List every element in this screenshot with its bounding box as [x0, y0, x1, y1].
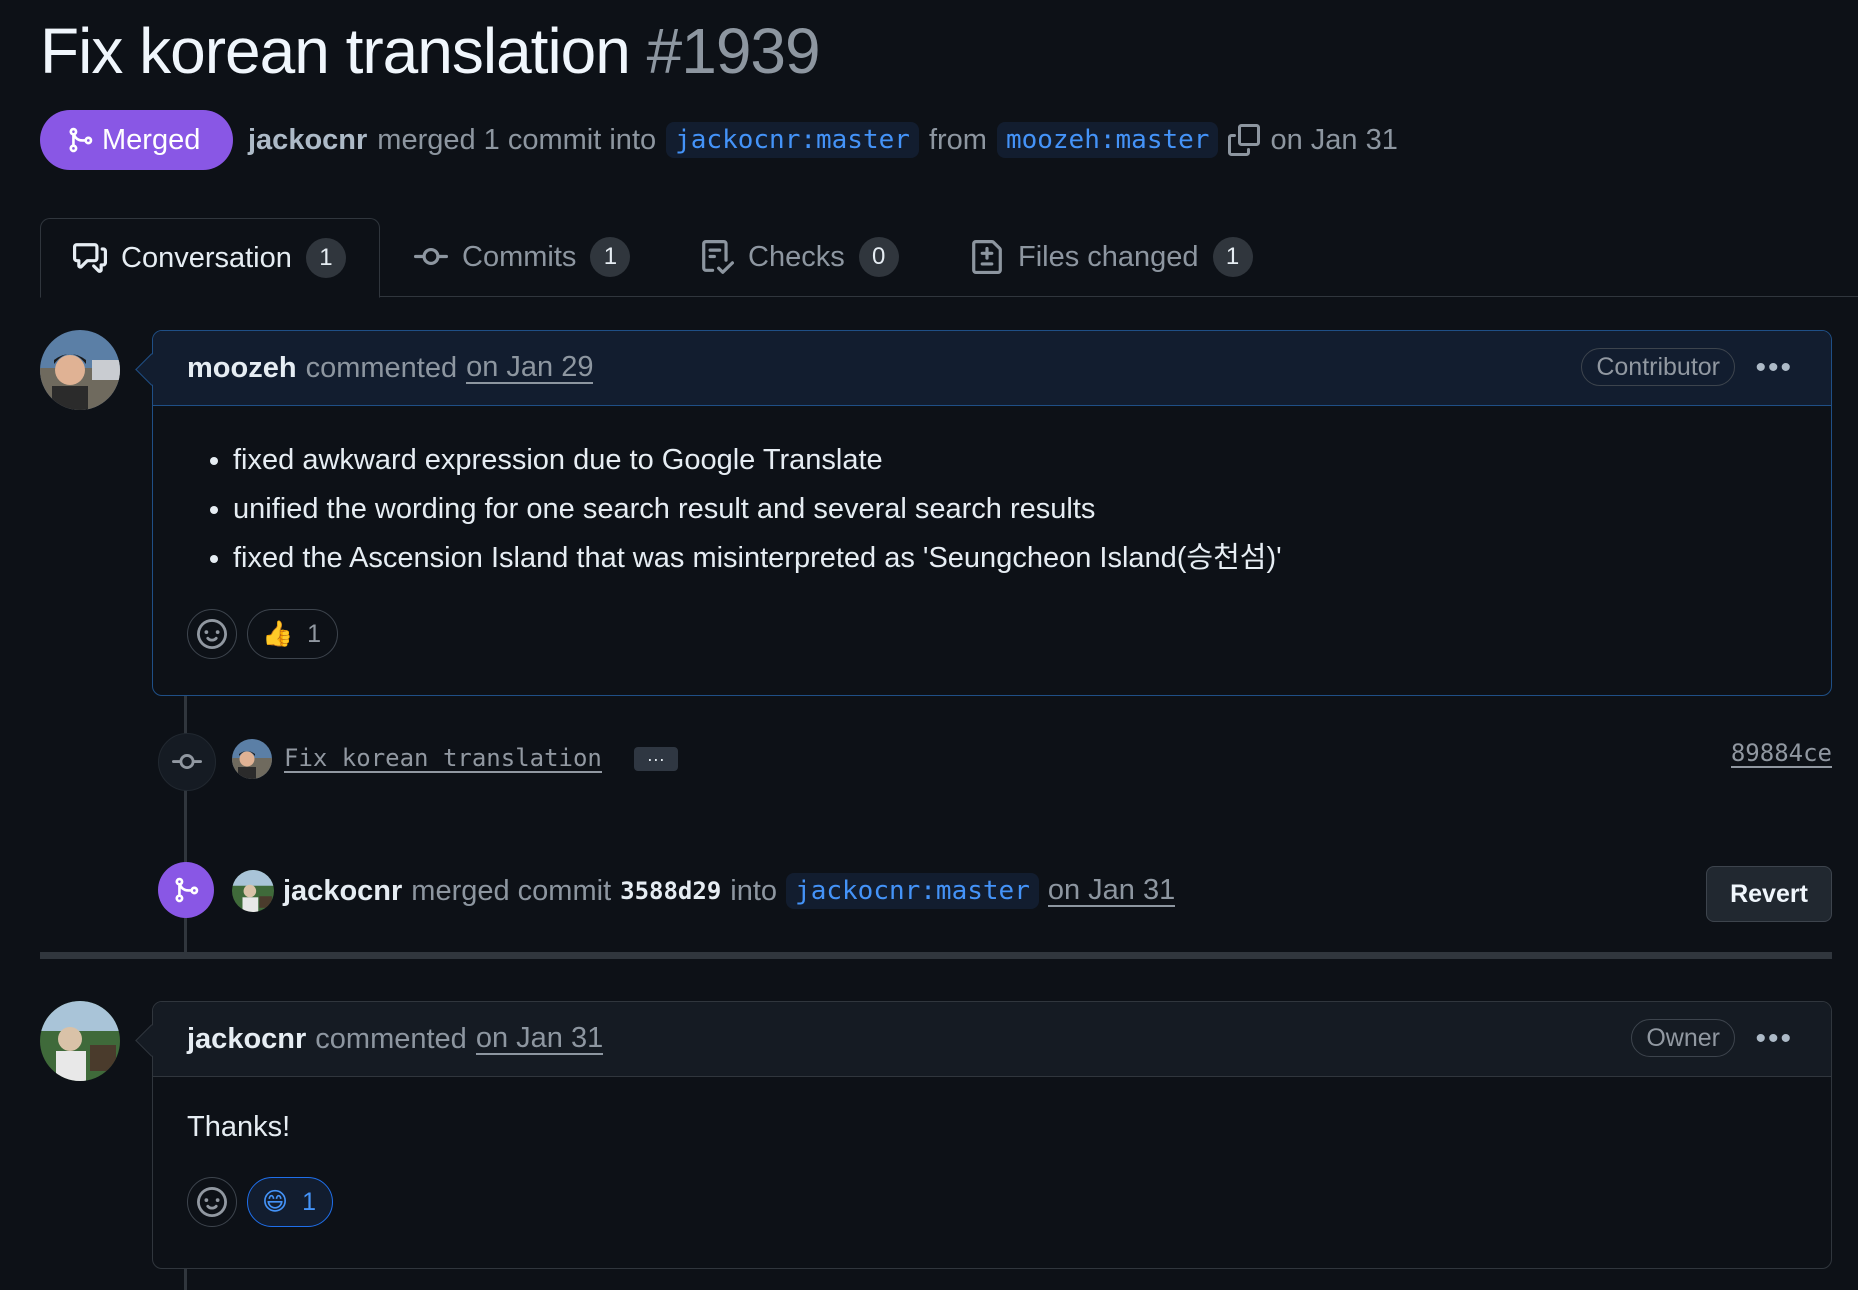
list-item: unified the wording for one search resul…: [233, 485, 1797, 534]
merge-commit-sha-link[interactable]: 3588d29: [620, 877, 721, 905]
comment-author[interactable]: jackocnr: [187, 1023, 306, 1056]
commit-badge: [158, 733, 216, 791]
tab-commits-count: 1: [590, 237, 631, 277]
commit-expand-button[interactable]: ···: [633, 747, 678, 771]
merge-branch-link[interactable]: jackocnr:master: [786, 873, 1039, 909]
merge-author-link[interactable]: jackocnr: [283, 875, 402, 908]
pr-number: #1939: [646, 15, 821, 87]
tab-conversation-count: 1: [305, 238, 346, 278]
git-commit-icon: [172, 754, 202, 770]
smiley-icon: [197, 619, 227, 649]
merged-label: Merged: [102, 123, 201, 156]
list-item: fixed awkward expression due to Google T…: [233, 436, 1797, 485]
laugh-icon: 😄: [262, 1188, 289, 1216]
comment-header: jackocnr commented on Jan 31 Owner •••: [153, 1002, 1831, 1077]
timeline-line: [184, 1268, 187, 1290]
author-role-badge: Contributor: [1581, 348, 1735, 386]
reactions-bar: 😄 1: [187, 1177, 1797, 1227]
avatar[interactable]: [232, 870, 274, 912]
git-commit-icon: [414, 247, 448, 265]
tab-commits-label: Commits: [462, 240, 577, 273]
comment-list: fixed awkward expression due to Google T…: [187, 436, 1797, 583]
into-text: into: [730, 874, 778, 907]
commit-sha-link[interactable]: 89884ce: [1730, 740, 1832, 768]
comment-text: Thanks!: [187, 1111, 291, 1143]
merger-link[interactable]: jackocnr: [248, 124, 367, 157]
author-role-badge: Owner: [1631, 1019, 1735, 1057]
tab-files-changed-label: Files changed: [1018, 240, 1199, 273]
comment-action: commented: [315, 1022, 467, 1055]
tab-checks[interactable]: Checks 0: [700, 218, 899, 296]
tab-conversation[interactable]: Conversation 1: [40, 218, 380, 298]
avatar[interactable]: [40, 330, 120, 410]
head-branch-link[interactable]: moozeh:master: [996, 122, 1219, 158]
commit-message-link[interactable]: Fix korean translation: [284, 745, 602, 773]
comment-jackocnr: jackocnr commented on Jan 31 Owner ••• T…: [135, 1001, 1832, 1269]
comment-author[interactable]: moozeh: [187, 352, 297, 385]
merge-event-date[interactable]: on Jan 31: [1047, 875, 1176, 907]
merged-date: on Jan 31: [1270, 123, 1398, 156]
tab-checks-label: Checks: [748, 240, 845, 273]
base-branch-link[interactable]: jackocnr:master: [666, 122, 919, 158]
thumbs-up-reaction[interactable]: 👍 1: [247, 609, 339, 659]
tab-files-changed[interactable]: Files changed 1: [970, 218, 1253, 296]
avatar[interactable]: [40, 1001, 120, 1081]
comment-body: fixed awkward expression due to Google T…: [153, 406, 1831, 689]
copy-icon[interactable]: [1228, 124, 1261, 156]
comment-header: moozeh commented on Jan 29 Contributor •…: [153, 331, 1831, 406]
tab-conversation-label: Conversation: [121, 241, 292, 274]
reaction-count: 1: [307, 619, 322, 648]
pr-title-text: Fix korean translation: [40, 15, 631, 87]
file-diff-icon: [972, 240, 1002, 274]
comment-action: commented: [305, 351, 458, 384]
reactions-bar: 👍 1: [187, 609, 1797, 659]
tab-checks-count: 0: [858, 237, 899, 277]
merge-text: merged 1 commit into: [377, 123, 657, 156]
merge-event-text: merged commit: [411, 874, 612, 907]
git-merge-icon: [175, 877, 199, 903]
tab-files-changed-count: 1: [1212, 237, 1253, 277]
pr-title: Fix korean translation #1939: [40, 14, 821, 88]
checklist-icon: [702, 240, 734, 274]
comment-body: Thanks! 😄 1: [153, 1077, 1831, 1257]
comment-date[interactable]: on Jan 31: [475, 1023, 604, 1055]
commit-row: Fix korean translation ···: [232, 736, 678, 782]
merge-event-row: jackocnr merged commit 3588d29 into jack…: [232, 866, 1176, 916]
reaction-count: 1: [302, 1187, 316, 1216]
comment-date[interactable]: on Jan 29: [466, 352, 594, 384]
thumbs-up-icon: 👍: [262, 619, 294, 648]
add-reaction-button[interactable]: [187, 609, 237, 659]
comment-moozeh: moozeh commented on Jan 29 Contributor •…: [135, 330, 1832, 696]
merge-event-badge: [158, 862, 214, 918]
add-reaction-button[interactable]: [187, 1177, 237, 1227]
from-text: from: [928, 123, 987, 156]
git-merge-icon: [69, 127, 93, 153]
merged-state-badge: Merged: [40, 110, 233, 170]
tab-commits[interactable]: Commits 1: [414, 218, 631, 296]
pr-merge-meta: jackocnr merged 1 commit into jackocnr:m…: [248, 112, 1398, 168]
smiley-icon: [197, 1187, 227, 1217]
revert-button[interactable]: Revert: [1706, 866, 1832, 922]
kebab-menu-icon[interactable]: •••: [1755, 351, 1793, 385]
avatar[interactable]: [232, 739, 272, 779]
list-item: fixed the Ascension Island that was misi…: [233, 534, 1797, 583]
timeline-divider: [40, 952, 1832, 959]
laugh-reaction[interactable]: 😄 1: [247, 1177, 333, 1227]
comment-discussion-icon: [73, 243, 107, 273]
kebab-menu-icon[interactable]: •••: [1755, 1022, 1793, 1056]
